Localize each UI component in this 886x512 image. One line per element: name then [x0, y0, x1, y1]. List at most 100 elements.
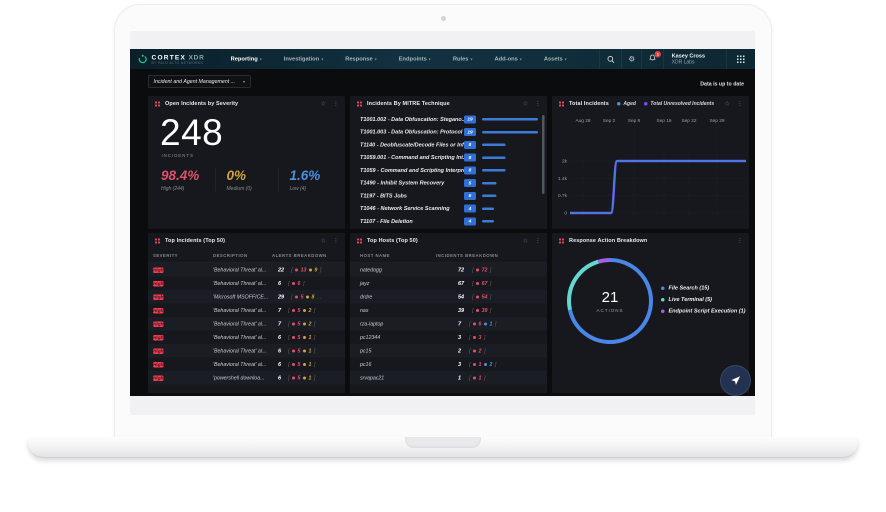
technique-label: T1490 - Inhibit System Recovery	[360, 180, 464, 186]
host-row[interactable]: srvapac211[1]	[350, 371, 547, 385]
menu-reporting[interactable]: Reporting▾	[231, 56, 262, 62]
menu-investigation[interactable]: Investigation▾	[284, 56, 323, 62]
widget-top-incidents: Top Incidents (Top 50) ☆⋮ SEVERITY DESCR…	[148, 233, 345, 393]
alert-count: 6	[278, 375, 281, 381]
kebab-menu-icon[interactable]: ⋮	[737, 101, 743, 107]
alert-count: 7	[278, 321, 281, 327]
host-row[interactable]: pc163[12]	[350, 358, 547, 372]
donut-chart: 21 ACTIONS	[565, 256, 655, 349]
host-row[interactable]: natedogg72[72]	[350, 263, 547, 277]
technique-label: T1001.002 - Data Obfuscation: Stegano...	[360, 116, 464, 122]
bar	[482, 144, 506, 147]
legend-dot	[644, 102, 648, 106]
menu-rules[interactable]: Rules▾	[453, 56, 473, 62]
severity-cell: High	[148, 265, 213, 275]
search-button[interactable]	[599, 49, 621, 69]
host-row[interactable]: jayz67[67]	[350, 277, 547, 291]
host-row[interactable]: rza-laptop7[61]	[350, 317, 547, 331]
bar	[482, 169, 506, 172]
bar	[482, 118, 538, 121]
settings-button[interactable]: ⚙	[621, 49, 641, 69]
incident-row[interactable]: High'Behavioral Threat' al...7[52]	[148, 317, 345, 331]
cortex-xdr-dashboard: CORTEXXDR BY PALO ALTO NETWORKS Reportin…	[130, 49, 755, 396]
incident-row[interactable]: High'Behavioral Threat' al...7[52]	[148, 304, 345, 318]
count-badge: 5	[464, 179, 476, 187]
chat-fab-button[interactable]	[720, 365, 751, 396]
chevron-down-icon: ▾	[520, 57, 522, 62]
x-tick-label: Aug 28	[575, 118, 590, 124]
user-menu[interactable]: Kasey Cross XDR Labs	[663, 49, 713, 69]
incident-row[interactable]: High'powershell downloa...6[51]	[148, 371, 345, 385]
bracket-close: ]	[495, 321, 496, 327]
widget-title: Response Action Breakdown	[569, 238, 647, 244]
legend-item: Aged	[617, 101, 636, 107]
incident-row[interactable]: High'Behavioral Threat' al...6[51]	[148, 344, 345, 358]
menu-add-ons[interactable]: Add-ons▾	[494, 56, 521, 62]
mitre-row[interactable]: T1046 - Network Service Scanning4	[360, 202, 538, 215]
star-icon[interactable]: ☆	[523, 101, 528, 107]
incident-row[interactable]: High'Behavioral Threat' al...6[6]	[148, 277, 345, 291]
star-icon[interactable]: ☆	[523, 238, 528, 244]
widget-header: Open Incidents by Severity ☆⋮	[148, 96, 345, 111]
host-row[interactable]: nas39[39]	[350, 304, 547, 318]
scrollbar-thumb[interactable]	[542, 115, 545, 194]
host-row[interactable]: pc123443[3]	[350, 331, 547, 345]
mitre-row[interactable]: T1001.003 - Data Obfuscation: Protocol .…	[360, 126, 538, 139]
menu-assets[interactable]: Assets▾	[544, 56, 567, 62]
incident-row[interactable]: High'Behavioral Threat' al...6[51]	[148, 358, 345, 372]
menu-endpoints[interactable]: Endpoints▾	[399, 56, 431, 62]
breakdown-value: 1	[308, 334, 311, 340]
star-icon[interactable]: ☆	[725, 101, 730, 107]
kebab-menu-icon[interactable]: ⋮	[333, 101, 339, 107]
incident-row[interactable]: High'Behavioral Threat' al...22[139]	[148, 263, 345, 277]
alerts-cell: 7[52]	[270, 321, 315, 327]
bracket-open: [	[291, 267, 292, 273]
cortex-logo[interactable]: CORTEXXDR BY PALO ALTO NETWORKS	[130, 49, 210, 69]
breakdown-value: 1	[479, 361, 482, 367]
mitre-row[interactable]: T1197 - BITS Jobs5	[360, 190, 538, 203]
technique-label: T1197 - BITS Jobs	[360, 193, 464, 199]
mitre-row[interactable]: T1490 - Inhibit System Recovery5	[360, 177, 538, 190]
chevron-down-icon: ▾	[470, 57, 472, 62]
severity-dot	[476, 268, 479, 271]
mitre-row[interactable]: 3	[360, 228, 538, 229]
incident-description: 'Behavioral Threat' al...	[213, 307, 270, 313]
kebab-menu-icon[interactable]: ⋮	[535, 238, 541, 244]
mitre-row[interactable]: T1001.002 - Data Obfuscation: Stegano...…	[360, 113, 538, 126]
kebab-menu-icon[interactable]: ⋮	[535, 101, 541, 107]
host-row[interactable]: drdre54[54]	[350, 290, 547, 304]
incident-description: 'Behavioral Threat' al...	[213, 348, 270, 354]
incident-row[interactable]: High'Microsoft MSOFFICE...29[58...	[148, 290, 345, 304]
mitre-row[interactable]: T1107 - File Deletion4	[360, 215, 538, 228]
severity-dot	[484, 363, 487, 366]
host-row[interactable]: pc152[2]	[350, 344, 547, 358]
bar	[482, 195, 497, 198]
incidents-cell: 1[1]	[458, 375, 485, 381]
severity-cell: High	[148, 279, 213, 289]
mitre-row[interactable]: T1140 - Deobfuscate/Decode Files or Inf.…	[360, 139, 538, 152]
notifications-button[interactable]: 1	[642, 49, 664, 69]
brand-name: CORTEX	[152, 53, 187, 61]
alert-count: 6	[278, 280, 281, 286]
severity-badge: High	[153, 308, 164, 314]
star-icon[interactable]: ☆	[321, 238, 326, 244]
mitre-row[interactable]: T1059 - Command and Scripting Interpre..…	[360, 164, 538, 177]
mitre-row[interactable]: T1059.001 - Command and Scripting Int...…	[360, 151, 538, 164]
apps-grid-button[interactable]	[726, 49, 755, 69]
star-icon[interactable]: ☆	[321, 101, 326, 107]
severity-dot	[303, 336, 306, 339]
kebab-menu-icon[interactable]: ⋮	[737, 238, 743, 244]
menu-response[interactable]: Response▾	[345, 56, 376, 62]
incident-row[interactable]: High'Behavioral Threat' al...6[51]	[148, 331, 345, 345]
alert-count: 6	[278, 334, 281, 340]
incidents-cell: 2[2]	[458, 348, 485, 354]
donut-legend: File Search (15)Live Terminal (5)Endpoin…	[661, 285, 746, 314]
kebab-menu-icon[interactable]: ⋮	[333, 238, 339, 244]
breakdown-value: 8	[312, 294, 315, 300]
menu-label: Endpoints	[399, 56, 427, 62]
legend-label: Aged	[623, 101, 636, 107]
breakdown-value: 2	[489, 361, 492, 367]
dashboard-selector[interactable]: Incident and Agent Management ... ▾	[148, 75, 251, 88]
incident-description: 'Behavioral Threat' al...	[213, 321, 270, 327]
widget-title: Incidents By MITRE Technique	[367, 101, 450, 107]
